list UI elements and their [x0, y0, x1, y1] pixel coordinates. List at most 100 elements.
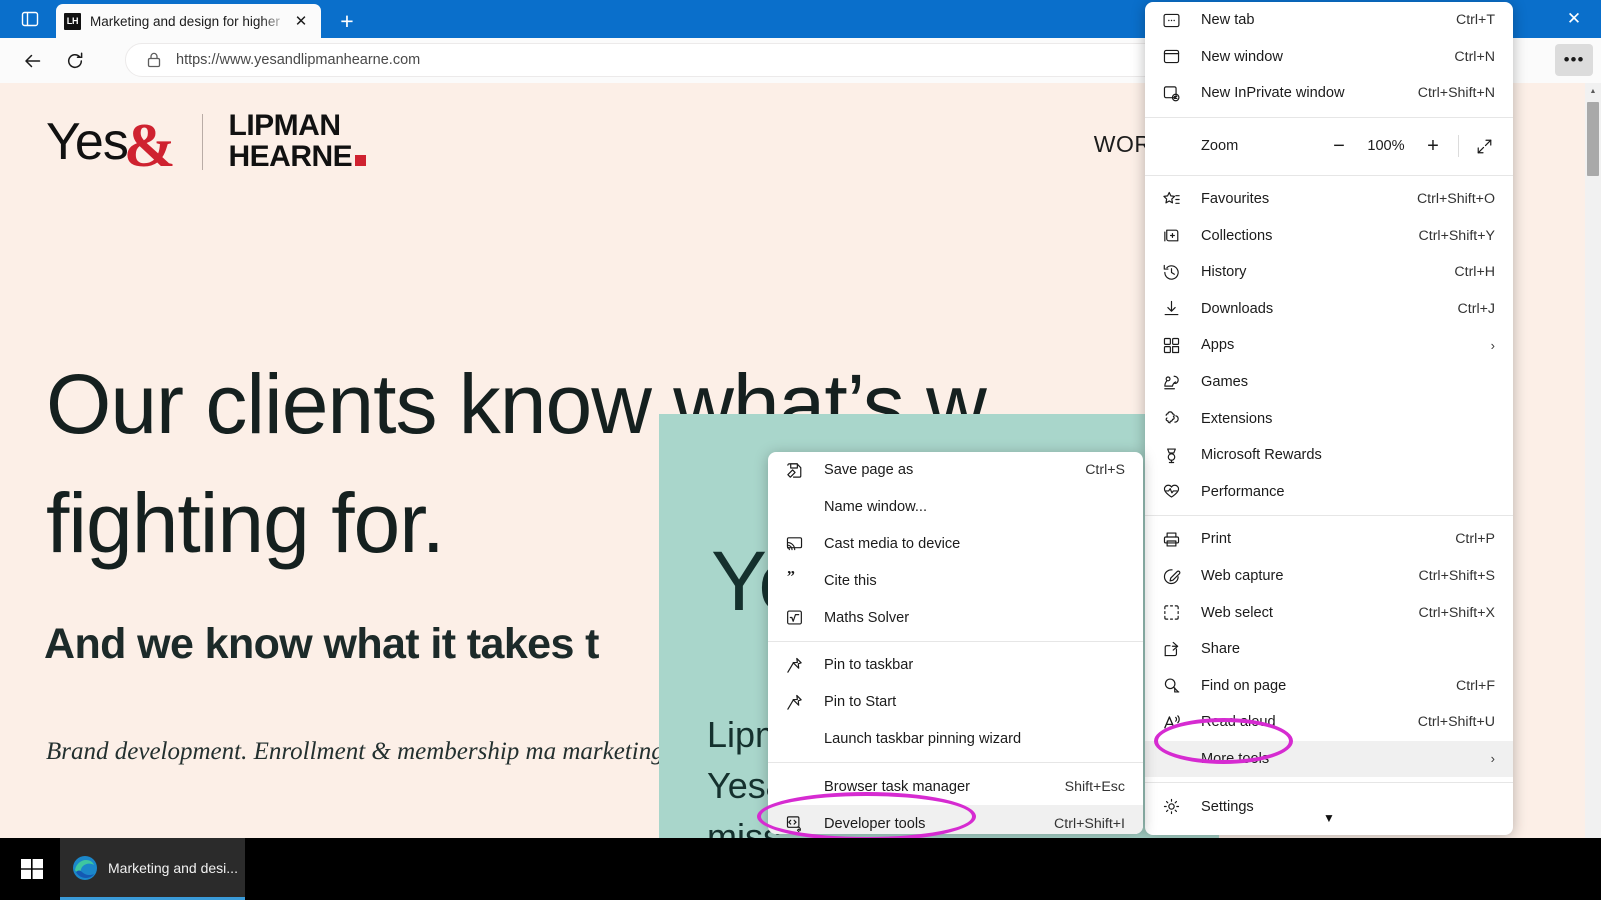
menu-item-pin-to-taskbar[interactable]: Pin to taskbar: [768, 647, 1143, 684]
zoom-in-button[interactable]: +: [1414, 130, 1452, 162]
rewards-icon: [1159, 443, 1183, 467]
windows-start-icon[interactable]: [8, 838, 56, 900]
menu-item-shortcut: Ctrl+Shift+O: [1416, 191, 1495, 208]
menu-item-launch-taskbar-pinning-wizard[interactable]: Launch taskbar pinning wizard: [768, 721, 1143, 758]
menu-item-cast-media-to-device[interactable]: Cast media to device: [768, 526, 1143, 563]
web-select-icon: [1159, 601, 1183, 625]
menu-item-new-tab[interactable]: New tab Ctrl+T: [1145, 2, 1513, 39]
new-tab-icon: [1159, 8, 1183, 32]
menu-item-print[interactable]: Print Ctrl+P: [1145, 521, 1513, 558]
menu-item-web-select[interactable]: Web select Ctrl+Shift+X: [1145, 594, 1513, 631]
menu-zoom-row: Zoom −100% +: [1145, 123, 1513, 170]
menu-item-share[interactable]: Share: [1145, 631, 1513, 668]
url-text: https://www.yesandlipmanhearne.com: [176, 52, 421, 68]
tab-actions-icon[interactable]: [16, 6, 44, 32]
collections-icon: [1159, 224, 1183, 248]
menu-item-label: Read aloud: [1201, 714, 1276, 731]
menu-item-shortcut: Ctrl+Shift+N: [1417, 85, 1495, 102]
menu-item-performance[interactable]: Performance: [1145, 474, 1513, 511]
site-logo[interactable]: Yes & LIPMAN HEARNE: [46, 110, 367, 177]
menu-item-read-aloud[interactable]: Read aloud Ctrl+Shift+U: [1145, 704, 1513, 741]
menu-item-label: Share: [1201, 641, 1240, 658]
menu-item-label: Find on page: [1201, 677, 1287, 694]
menu-separator: [768, 640, 1143, 642]
menu-item-new-inprivate-window[interactable]: New InPrivate window Ctrl+Shift+N: [1145, 75, 1513, 112]
pin-icon: [782, 690, 806, 714]
chevron-down-icon[interactable]: ▼: [1145, 809, 1513, 827]
menu-item-maths-solver[interactable]: Maths Solver: [768, 599, 1143, 636]
menu-item-shortcut: Ctrl+P: [1455, 531, 1495, 548]
menu-item-no-icon: [782, 727, 806, 751]
menu-item-games[interactable]: Games: [1145, 364, 1513, 401]
menu-item-label: Web capture: [1201, 568, 1284, 585]
menu-item-label: Print: [1201, 531, 1232, 548]
menu-item-collections[interactable]: Collections Ctrl+Shift+Y: [1145, 217, 1513, 254]
apps-icon: [1159, 333, 1183, 357]
menu-item-favourites[interactable]: Favourites Ctrl+Shift+O: [1145, 181, 1513, 218]
scroll-up-icon[interactable]: ▲: [1585, 83, 1601, 100]
lock-icon: [144, 50, 164, 70]
reload-icon[interactable]: [58, 44, 91, 77]
menu-item-label: Performance: [1201, 483, 1285, 500]
close-icon[interactable]: ✕: [289, 9, 313, 33]
menu-item-developer-tools[interactable]: Developer tools Ctrl+Shift+I: [768, 805, 1143, 834]
menu-item-label: Apps: [1201, 337, 1235, 354]
web-capture-icon: [1159, 564, 1183, 588]
menu-item-apps[interactable]: Apps ›: [1145, 327, 1513, 364]
menu-item-shortcut: Ctrl+Shift+U: [1417, 714, 1495, 731]
menu-item-shortcut: Ctrl+N: [1454, 48, 1495, 65]
menu-item-no-icon: [1159, 747, 1183, 771]
window-close-icon[interactable]: ✕: [1547, 0, 1601, 38]
menu-item-name-window[interactable]: Name window...: [768, 489, 1143, 526]
menu-item-browser-task-manager[interactable]: Browser task manager Shift+Esc: [768, 768, 1143, 805]
menu-item-label: Cast media to device: [824, 535, 961, 552]
menu-item-shortcut: Ctrl+F: [1455, 677, 1495, 694]
logo-ampersand: &: [123, 112, 176, 180]
menu-item-pin-to-start[interactable]: Pin to Start: [768, 684, 1143, 721]
settings-and-more-button[interactable]: •••: [1555, 44, 1593, 76]
logo-yes-text: Yes: [46, 113, 129, 171]
menu-item-extensions[interactable]: Extensions: [1145, 400, 1513, 437]
menu-item-cite-this[interactable]: ” Cite this: [768, 562, 1143, 599]
new-tab-icon[interactable]: +: [330, 7, 364, 35]
menu-item-label: Collections: [1201, 227, 1273, 244]
menu-item-label: Web select: [1201, 604, 1273, 621]
menu-item-label: Games: [1201, 374, 1249, 391]
menu-item-history[interactable]: History Ctrl+H: [1145, 254, 1513, 291]
menu-item-no-icon: [782, 495, 806, 519]
fullscreen-icon[interactable]: [1465, 130, 1503, 162]
menu-separator: [1145, 116, 1513, 118]
page-scrollbar[interactable]: ▲: [1585, 83, 1601, 838]
menu-item-shortcut: Ctrl+Shift+I: [1054, 815, 1125, 832]
zoom-out-button[interactable]: −: [1320, 130, 1358, 162]
menu-item-label: Name window...: [824, 499, 928, 516]
menu-item-save-page-as[interactable]: Save page as Ctrl+S: [768, 452, 1143, 489]
browser-main-menu: New tab Ctrl+T New window Ctrl+N New InPriva…: [1145, 2, 1513, 835]
menu-item-label: Cite this: [824, 572, 877, 589]
menu-item-more-tools[interactable]: More tools ›: [1145, 740, 1513, 778]
menu-item-shortcut: Ctrl+Shift+Y: [1418, 227, 1496, 244]
taskbar-item-edge[interactable]: Marketing and desi...: [60, 838, 245, 900]
chevron-right-icon: ›: [1490, 337, 1495, 353]
browser-window: LH Marketing and design for higher ✕ + ✕…: [0, 0, 1601, 838]
performance-icon: [1159, 480, 1183, 504]
menu-item-find-on-page[interactable]: Find on page Ctrl+F: [1145, 668, 1513, 705]
menu-item-web-capture[interactable]: Web capture Ctrl+Shift+S: [1145, 558, 1513, 595]
back-icon[interactable]: [16, 44, 49, 77]
scrollbar-thumb[interactable]: [1587, 102, 1599, 176]
menu-item-downloads[interactable]: Downloads Ctrl+J: [1145, 291, 1513, 328]
chevron-right-icon: ›: [1490, 751, 1495, 767]
logo-lipman-hearne: LIPMAN HEARNE: [228, 110, 367, 173]
menu-separator: [768, 762, 1143, 764]
browser-tab[interactable]: LH Marketing and design for higher ✕: [56, 4, 321, 38]
menu-item-microsoft-rewards[interactable]: Microsoft Rewards: [1145, 437, 1513, 474]
menu-item-shortcut: Ctrl+Shift+X: [1418, 604, 1496, 621]
menu-separator: [1145, 782, 1513, 784]
menu-item-shortcut: Ctrl+T: [1455, 12, 1495, 29]
extensions-icon: [1159, 407, 1183, 431]
logo-line-2: HEARNE: [228, 140, 353, 173]
menu-item-new-window[interactable]: New window Ctrl+N: [1145, 39, 1513, 76]
menu-item-shortcut: Ctrl+Shift+S: [1418, 568, 1496, 585]
windows-taskbar: Marketing and desi...: [0, 838, 1601, 900]
history-icon: [1159, 260, 1183, 284]
